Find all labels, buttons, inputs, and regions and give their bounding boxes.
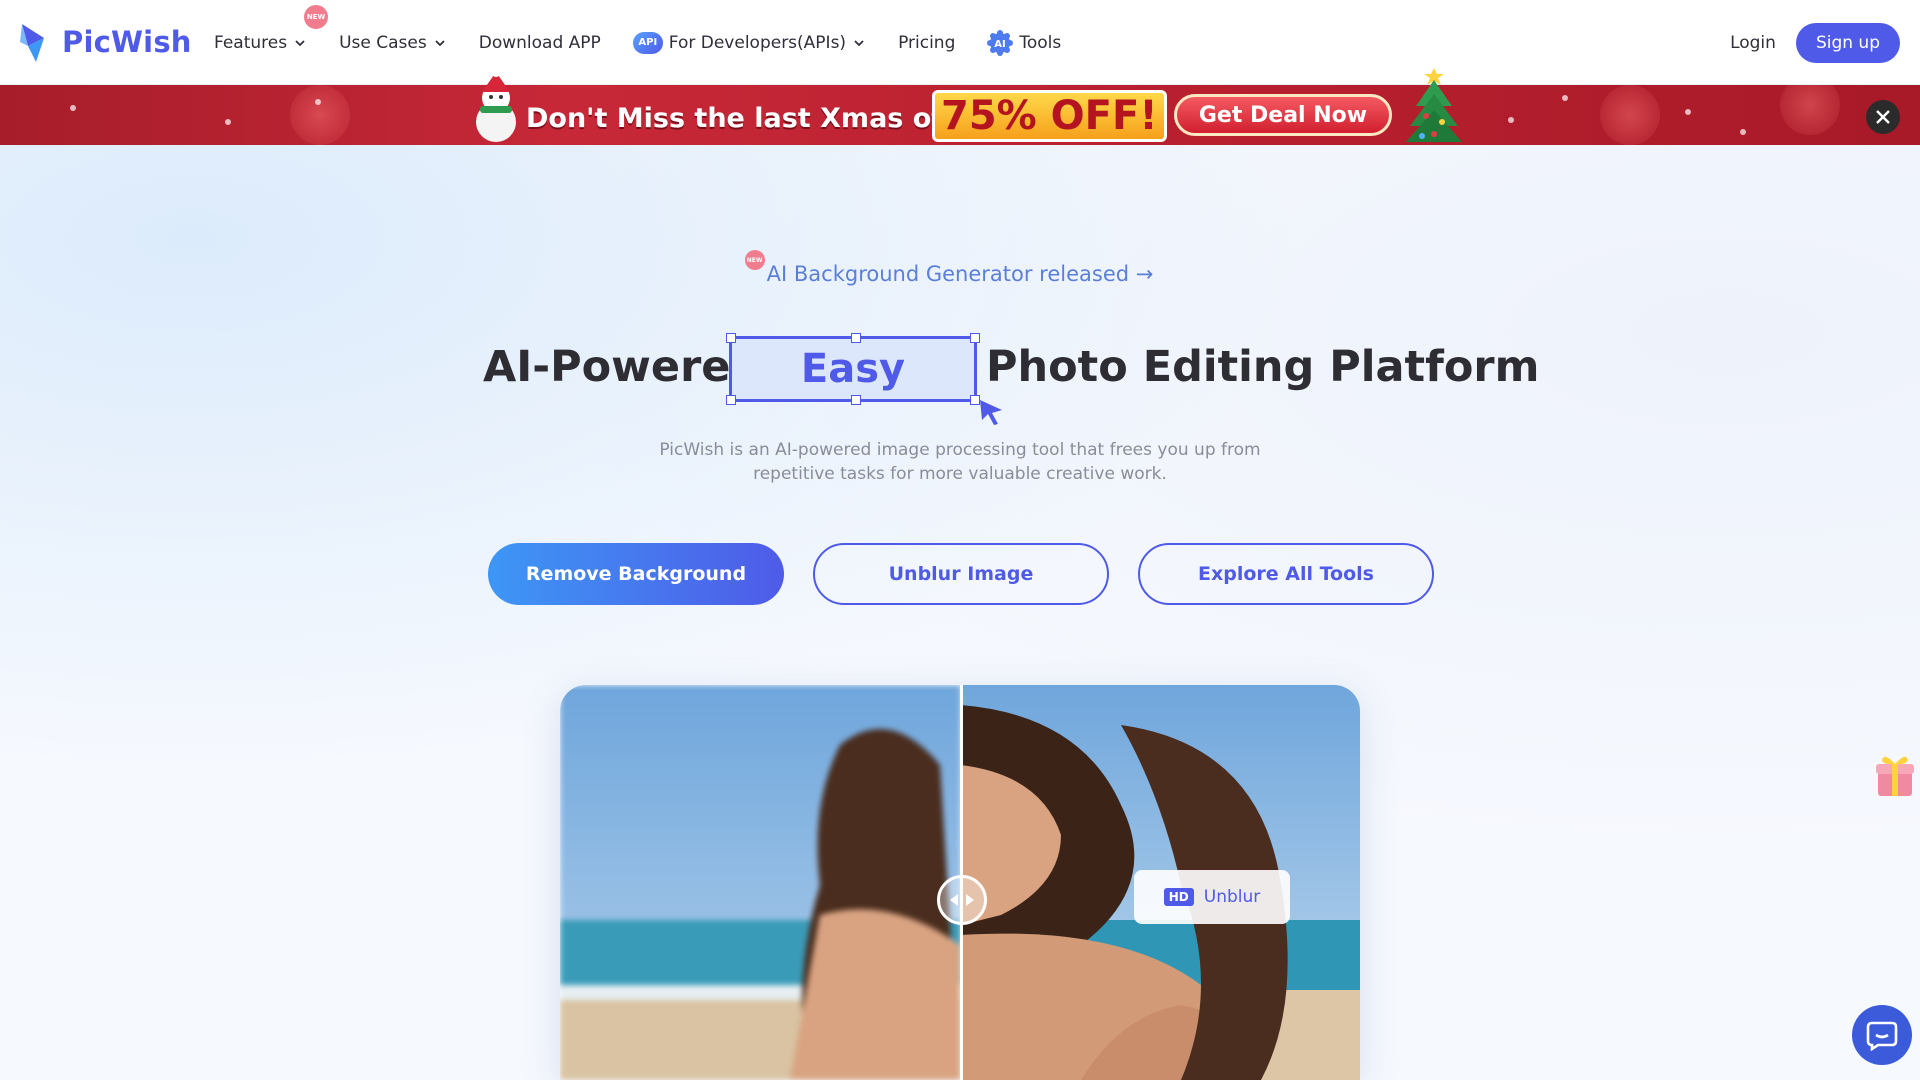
brand-name: PicWish xyxy=(62,25,192,59)
compare-slider-handle[interactable] xyxy=(937,875,987,925)
announcement-link[interactable]: NEW AI Background Generator released → xyxy=(0,250,1920,286)
remove-background-button[interactable]: Remove Background xyxy=(488,543,784,605)
api-icon: API xyxy=(632,31,663,54)
headline-highlight: Easy xyxy=(800,346,906,392)
nav-download-app[interactable]: Download APP xyxy=(479,33,601,53)
headline-right: Photo Editing Platform xyxy=(986,342,1540,392)
before-after-compare[interactable]: HD Unblur xyxy=(560,685,1360,1080)
pointer-cursor-icon xyxy=(980,400,1002,425)
nav-tools-label: Tools xyxy=(1019,32,1062,53)
get-deal-button[interactable]: Get Deal Now xyxy=(1174,94,1392,136)
nav-use-cases[interactable]: Use Cases xyxy=(339,33,447,53)
new-badge: NEW xyxy=(744,250,765,270)
chat-support-button[interactable] xyxy=(1852,1005,1912,1065)
promo-discount: 75% OFF! xyxy=(932,90,1167,142)
promo-text: Don't Miss the last Xmas offer! xyxy=(526,103,998,134)
signup-button[interactable]: Sign up xyxy=(1795,23,1900,63)
gift-icon[interactable] xyxy=(1874,752,1916,798)
explore-all-tools-button[interactable]: Explore All Tools xyxy=(1138,543,1434,605)
hero-headline: AI-Powered Easy Photo Editing Platform xyxy=(0,333,1920,425)
ai-gear-label: AI xyxy=(995,39,1006,50)
chevron-down-icon xyxy=(295,39,305,46)
hd-icon: HD xyxy=(1163,888,1194,906)
chat-bubble-icon xyxy=(1866,1021,1898,1051)
ai-gear-icon: AI xyxy=(987,29,1014,56)
new-badge: NEW xyxy=(304,4,328,29)
nav-pricing[interactable]: Pricing xyxy=(898,33,955,53)
unblur-label-chip: HD Unblur xyxy=(1134,870,1290,924)
auth-area: Login Sign up xyxy=(1730,23,1900,63)
picwish-logo[interactable]: PicWish xyxy=(18,20,192,64)
nav-use-cases-label: Use Cases xyxy=(339,32,427,53)
nav-features-label: Features xyxy=(214,32,288,53)
close-icon xyxy=(1876,110,1890,124)
arrows-left-right-icon xyxy=(950,894,974,906)
unblur-chip-label: Unblur xyxy=(1203,887,1261,907)
nav-download-label: Download APP xyxy=(478,32,601,53)
hero-subtitle: PicWish is an AI-powered image processin… xyxy=(659,440,1261,484)
nav-tools[interactable]: AI Tools xyxy=(987,29,1062,56)
main-nav: Features NEW Use Cases Download APP API … xyxy=(214,0,1093,85)
headline-highlight-box: Easy xyxy=(726,333,980,405)
login-link[interactable]: Login xyxy=(1730,33,1776,53)
chevron-down-icon xyxy=(435,39,445,46)
nav-features[interactable]: Features NEW xyxy=(214,4,328,53)
nav-developers[interactable]: API For Developers(APIs) xyxy=(632,31,866,54)
unblur-image-button[interactable]: Unblur Image xyxy=(813,543,1109,605)
announcement-text: AI Background Generator released → xyxy=(766,262,1154,286)
snowman-icon xyxy=(476,70,516,142)
close-banner-button[interactable] xyxy=(1866,100,1900,134)
chevron-down-icon xyxy=(854,39,864,46)
picwish-logo-icon xyxy=(20,24,44,62)
top-navbar: PicWish Features NEW Use Cases Download … xyxy=(0,0,1920,85)
headline-left: AI-Powered xyxy=(483,342,762,392)
nav-pricing-label: Pricing xyxy=(898,32,956,53)
before-image-blurred xyxy=(560,685,961,1080)
nav-developers-label: For Developers(APIs) xyxy=(668,32,847,53)
christmas-tree-icon xyxy=(1406,68,1462,142)
